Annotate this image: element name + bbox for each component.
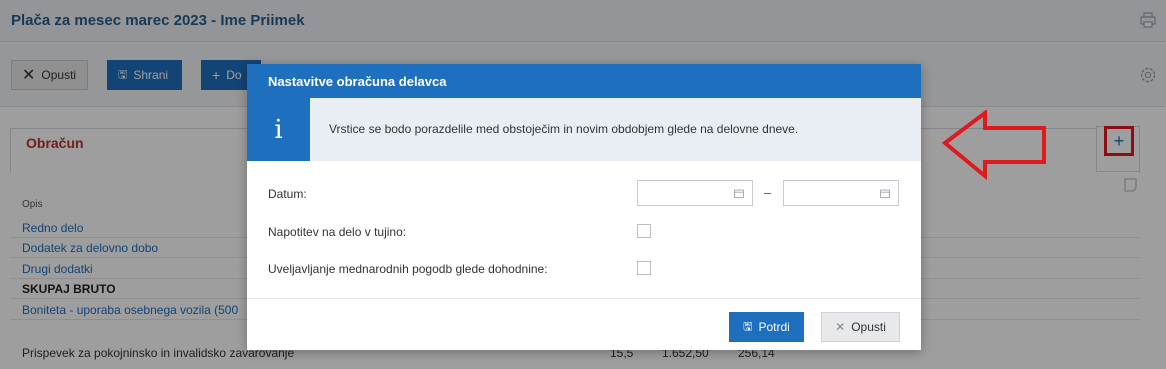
date-label: Datum:	[268, 187, 307, 201]
info-icon: i	[247, 98, 310, 161]
confirm-button-label: Potrdi	[758, 320, 790, 334]
date-separator: –	[764, 185, 772, 200]
calendar-icon[interactable]	[734, 189, 744, 198]
tax-treaty-label: Uveljavljanje mednarodnih pogodb glede d…	[268, 262, 548, 276]
tax-treaty-checkbox[interactable]	[637, 261, 651, 275]
posting-abroad-checkbox[interactable]	[637, 224, 651, 238]
save-icon: 🖫	[743, 320, 753, 333]
date-to-input[interactable]	[783, 180, 899, 206]
dialog-cancel-label: Opusti	[851, 320, 886, 334]
close-icon: ✕	[835, 320, 846, 334]
dialog-title: Nastavitve obračuna delavca	[268, 74, 447, 89]
posting-abroad-label: Napotitev na delo v tujino:	[268, 225, 407, 239]
employee-settings-dialog: Nastavitve obračuna delavca i Vrstice se…	[247, 64, 921, 350]
red-arrow-annotation	[941, 110, 1046, 180]
dialog-header: Nastavitve obračuna delavca	[247, 64, 921, 98]
info-banner: i Vrstice se bodo porazdelile med obstoj…	[247, 98, 921, 161]
dialog-footer: 🖫 Potrdi ✕ Opusti	[247, 298, 921, 350]
confirm-button[interactable]: 🖫 Potrdi	[729, 312, 804, 342]
info-text: Vrstice se bodo porazdelile med obstoječ…	[329, 122, 799, 136]
dialog-cancel-button[interactable]: ✕ Opusti	[821, 312, 900, 342]
date-from-input[interactable]	[637, 180, 753, 206]
calendar-icon[interactable]	[880, 189, 890, 198]
